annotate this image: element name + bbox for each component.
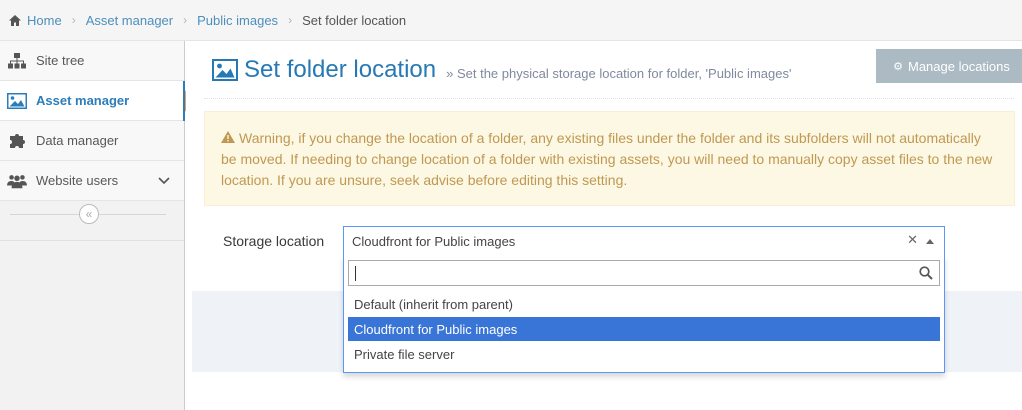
text-cursor [355,266,356,281]
sidebar-item-site-tree[interactable]: Site tree [0,41,184,81]
caret-up-icon[interactable] [926,239,934,244]
select-dropdown: Default (inherit from parent) Cloudfront… [343,255,945,373]
breadcrumb-separator-icon: › [71,13,76,27]
dropdown-option[interactable]: Private file server [348,342,940,366]
storage-location-label: Storage location [223,233,325,249]
double-chevron-left-icon[interactable]: « [79,204,99,224]
search-icon [919,266,933,285]
breadcrumb-separator-icon: › [183,13,188,27]
breadcrumb-current: Set folder location [302,12,407,28]
warning-text: Warning, if you change the location of a… [221,130,993,188]
sitemap-icon [7,52,27,70]
breadcrumb-home-label[interactable]: Home [27,13,62,28]
page-title: Set folder location » Set the physical s… [212,56,791,84]
sidebar-item-asset-manager[interactable]: Asset manager [0,81,194,121]
cogs-icon: ⚙ [893,60,903,73]
sidebar-item-label: Asset manager [36,93,130,108]
sidebar-item-data-manager[interactable]: Data manager [0,121,184,161]
sidebar: Site tree Asset manager Data manager Web… [0,41,194,410]
warning-icon [221,128,235,149]
sidebar-item-label: Site tree [36,53,85,68]
chevron-down-icon[interactable] [158,173,170,188]
dropdown-option-highlighted[interactable]: Cloudfront for Public images [348,317,940,341]
users-icon [7,172,27,190]
puzzle-icon [7,132,27,150]
breadcrumb-home[interactable]: Home [8,13,62,28]
image-icon [212,59,238,81]
clear-icon[interactable]: ✕ [907,232,918,248]
home-icon [9,14,21,26]
manage-locations-button[interactable]: ⚙ Manage locations [876,49,1022,83]
sidebar-collapse-row: « [0,201,184,241]
page-subtitle: » Set the physical storage location for … [446,65,792,81]
breadcrumb-public-images[interactable]: Public images [197,13,278,28]
image-icon [7,92,27,110]
dropdown-option[interactable]: Default (inherit from parent) [348,292,940,316]
breadcrumb-separator-icon: › [288,13,293,27]
page-header: Set folder location » Set the physical s… [204,49,1022,99]
sidebar-item-label: Data manager [36,133,119,148]
warning-alert: Warning, if you change the location of a… [204,111,1015,206]
storage-location-select[interactable]: Cloudfront for Public images ✕ [343,226,945,256]
breadcrumb: Home › Asset manager › Public images › S… [0,0,1022,41]
page-title-text: Set folder location [244,56,437,83]
dropdown-search-input[interactable] [348,260,940,286]
sidebar-item-website-users[interactable]: Website users [0,161,184,201]
manage-locations-label: Manage locations [907,58,1010,74]
selected-value: Cloudfront for Public images [352,234,516,249]
breadcrumb-asset-manager[interactable]: Asset manager [86,13,173,28]
sidebar-item-label: Website users [36,173,119,188]
main-content: Set folder location » Set the physical s… [186,41,1022,410]
